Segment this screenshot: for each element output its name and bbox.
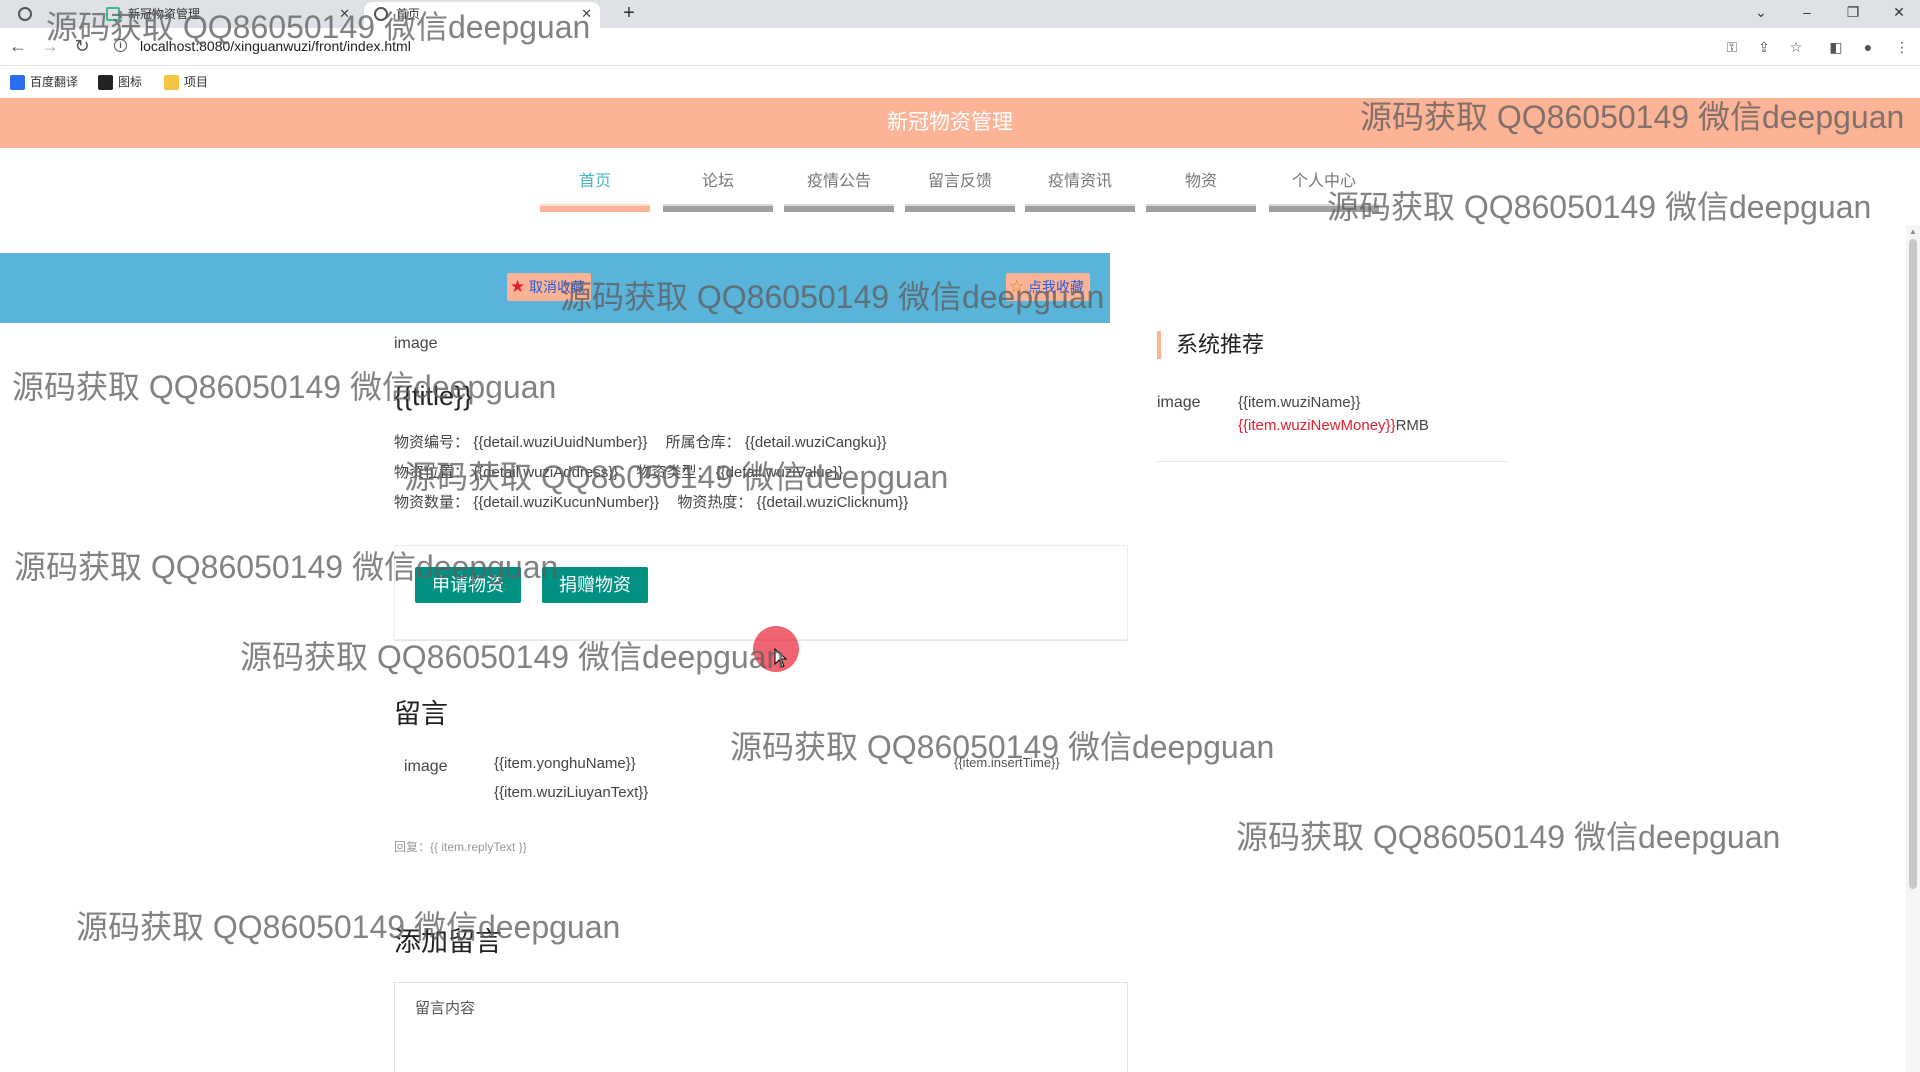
nav-underline — [784, 204, 894, 212]
avatar: image — [404, 758, 448, 775]
bookmark-item[interactable]: 项目 — [164, 72, 208, 92]
bookmarks-bar: 百度翻译 图标 项目 — [0, 66, 1920, 97]
tab-title: 新冠物资管理 — [128, 7, 201, 21]
info-row: 物资编号： {{detail.wuziUuidNumber}} 所属仓库： {{… — [394, 434, 887, 451]
comment-reply: 回复：{{ item.replyText }} — [394, 840, 527, 854]
address-bar[interactable]: i localhost:8080/xinguanwuzi/front/index… — [106, 32, 1706, 60]
comment-username: {{item.yonghuName}} — [494, 755, 636, 772]
url-text[interactable]: localhost:8080/xinguanwuzi/front/index.h… — [140, 38, 411, 54]
nav-underline — [905, 204, 1015, 212]
key-icon[interactable]: ⚿ — [1722, 37, 1742, 57]
donate-supply-button[interactable]: 捐赠物资 — [542, 567, 648, 603]
nav-underline — [1269, 204, 1379, 212]
add-comment-heading: 添加留言 — [394, 927, 502, 957]
star-outline-icon: ☆ — [1009, 277, 1025, 296]
browser-tab[interactable]: 新冠物资管理 ✕ — [96, 2, 358, 28]
comment-input[interactable] — [394, 982, 1128, 1072]
close-tab-icon[interactable]: ✕ — [339, 2, 350, 26]
translate-icon — [10, 75, 25, 90]
action-panel: 申请物资 捐赠物资 — [394, 545, 1128, 640]
back-arrow-icon[interactable]: ← — [6, 34, 30, 58]
comment-item: image {{item.yonghuName}} {{item.wuziLiu… — [394, 752, 1129, 862]
forward-arrow-icon[interactable]: → — [38, 34, 62, 58]
scrollbar-thumb[interactable] — [1909, 239, 1917, 889]
apply-supply-button[interactable]: 申请物资 — [415, 567, 521, 603]
watermark: 源码获取 QQ86050149 微信deepguan — [76, 909, 621, 945]
star-filled-icon: ★ — [510, 277, 526, 296]
recommend-price: {{item.wuziNewMoney}}RMB — [1238, 417, 1429, 434]
recommend-item[interactable]: image {{item.wuziName}} {{item.wuziNewMo… — [1157, 391, 1507, 462]
nav-home[interactable]: 首页 — [540, 168, 650, 212]
folder-icon — [164, 75, 179, 90]
bookmark-item[interactable]: 百度翻译 — [10, 72, 78, 92]
recommend-heading: 系统推荐 — [1157, 331, 1264, 359]
nav-supplies[interactable]: 物资 — [1146, 168, 1256, 212]
detail-title: {{title}} — [394, 381, 473, 411]
page-scrollbar[interactable]: ▲ — [1906, 225, 1920, 1072]
recommend-name: {{item.wuziName}} — [1238, 394, 1361, 411]
nav-underline — [540, 204, 650, 212]
tab-title: 首页 — [396, 7, 421, 21]
nav-personal-center[interactable]: 个人中心 — [1269, 168, 1379, 212]
vue-icon — [106, 7, 120, 21]
minimize-button[interactable]: – — [1784, 0, 1830, 28]
new-tab-button[interactable]: + — [616, 0, 642, 28]
close-window-button[interactable]: ✕ — [1876, 0, 1920, 28]
recommend-image: image — [1157, 394, 1201, 411]
watermark: 源码获取 QQ86050149 微信deepguan — [1327, 189, 1872, 225]
site-header: 新冠物资管理 — [0, 98, 1920, 148]
add-favorite-button[interactable]: ☆ 点我收藏 — [1006, 273, 1090, 301]
favorite-banner: ★ 取消收藏 ☆ 点我收藏 — [0, 253, 1110, 323]
bookmark-item[interactable]: 图标 — [98, 72, 142, 92]
globe-icon — [374, 7, 388, 21]
supply-image: image — [394, 335, 438, 352]
cancel-favorite-button[interactable]: ★ 取消收藏 — [507, 273, 591, 301]
comment-text: {{item.wuziLiuyanText}} — [494, 784, 649, 801]
browser-tab-active[interactable]: 首页 ✕ — [364, 2, 600, 28]
side-panel-icon[interactable]: ◧ — [1826, 37, 1846, 57]
comment-time: {{item.insertTime}} — [954, 755, 1060, 770]
reload-icon[interactable]: ↻ — [70, 34, 94, 58]
watermark: 源码获取 QQ86050149 微信deepguan — [1236, 819, 1781, 855]
share-icon[interactable]: ⇪ — [1754, 37, 1774, 57]
info-row: 物资数量： {{detail.wuziKucunNumber}} 物资热度： {… — [394, 494, 909, 511]
nav-epidemic-news[interactable]: 疫情资讯 — [1025, 168, 1135, 212]
menu-icon[interactable]: ⋮ — [1892, 37, 1912, 57]
restore-button[interactable]: ❐ — [1830, 0, 1876, 28]
scroll-up-icon[interactable]: ▲ — [1909, 227, 1917, 236]
info-row: 物资位置： {{detail.wuziAddress}} 物资类型： {{det… — [394, 464, 843, 481]
bookmark-star-icon[interactable]: ☆ — [1786, 37, 1806, 57]
browser-tab[interactable] — [8, 2, 90, 28]
close-tab-icon[interactable]: ✕ — [581, 2, 592, 26]
site-title: 新冠物资管理 — [887, 111, 1013, 134]
nav-underline — [1146, 204, 1256, 212]
nav-forum[interactable]: 论坛 — [663, 168, 773, 212]
nav-underline — [663, 204, 773, 212]
main-nav: 首页 论坛 疫情公告 留言反馈 疫情资讯 物资 个人中心 — [540, 168, 1379, 212]
globe-icon — [18, 7, 32, 21]
address-toolbar: ← → ↻ i localhost:8080/xinguanwuzi/front… — [0, 28, 1920, 66]
image-icon — [98, 75, 113, 90]
site-info-icon[interactable]: i — [114, 39, 127, 52]
nav-feedback[interactable]: 留言反馈 — [905, 168, 1015, 212]
nav-underline — [1025, 204, 1135, 212]
browser-tab-strip: 新冠物资管理 ✕ 首页 ✕ + ⌄ – ❐ ✕ — [0, 0, 1920, 28]
comments-heading: 留言 — [394, 699, 448, 729]
tab-search-button[interactable]: ⌄ — [1738, 0, 1784, 28]
profile-icon[interactable]: ● — [1858, 37, 1878, 57]
nav-epidemic-notice[interactable]: 疫情公告 — [784, 168, 894, 212]
watermark: 源码获取 QQ86050149 微信deepguan — [12, 369, 557, 405]
